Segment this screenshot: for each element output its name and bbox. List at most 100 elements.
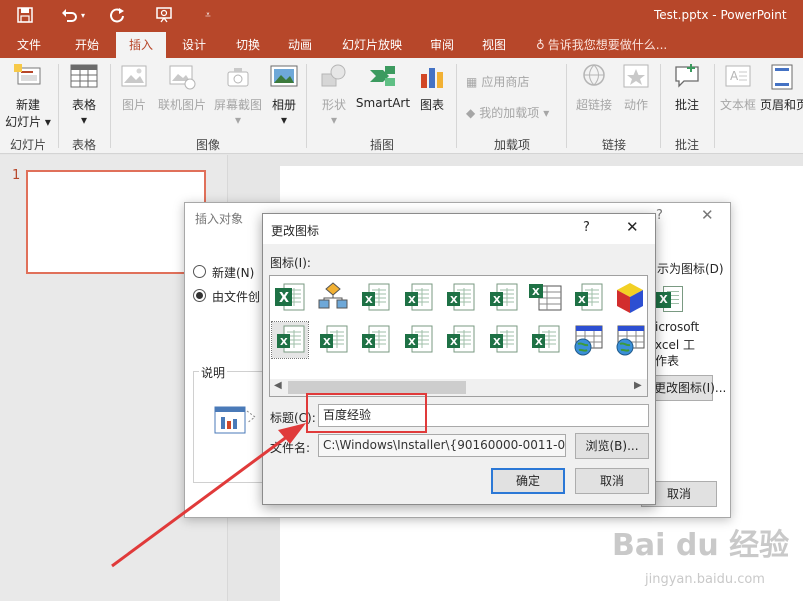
help-icon[interactable]: ? xyxy=(583,220,590,235)
scroll-left-icon[interactable]: ◀ xyxy=(274,380,282,391)
icon-caption-line-1: icrosoft xyxy=(655,320,700,334)
chart-button[interactable]: 图表 xyxy=(414,62,450,113)
svg-text:X: X xyxy=(532,287,540,298)
excel-icon: X xyxy=(655,283,685,315)
header-footer-icon xyxy=(766,62,798,92)
excel-sheet-icon[interactable]: X xyxy=(442,322,478,358)
slide-number: 1 xyxy=(12,168,21,183)
excel-sheet-icon[interactable]: X xyxy=(271,321,309,359)
tab-insert[interactable]: 插入 xyxy=(116,32,166,58)
icon-list[interactable]: ◀ ▶ X X X X X X X X X X X X X X xyxy=(269,275,648,397)
close-icon[interactable]: ✕ xyxy=(626,218,639,236)
picture-label: 图片 xyxy=(121,98,146,112)
tab-home[interactable]: 开始 xyxy=(64,32,110,58)
excel-sheet-icon[interactable]: X xyxy=(442,280,478,316)
flowchart-icon[interactable] xyxy=(315,280,351,316)
tab-animations[interactable]: 动画 xyxy=(278,32,322,58)
new-slide-button[interactable]: 新建 幻灯片 ▾ xyxy=(4,62,52,130)
group-label-links: 链接 xyxy=(601,138,626,152)
excel-web-query-icon[interactable] xyxy=(612,322,648,358)
tab-review[interactable]: 审阅 xyxy=(420,32,464,58)
action-star-icon xyxy=(620,62,652,92)
icon-caption-line-3: 作表 xyxy=(655,354,680,368)
tab-view[interactable]: 视图 xyxy=(472,32,516,58)
cancel-button[interactable]: 取消 xyxy=(575,468,649,494)
filename-field: C:\Windows\Installer\{90160000-0011-000 xyxy=(318,434,566,457)
screenshot-button[interactable]: 屏幕截图 ▾ xyxy=(210,62,266,127)
picture-button[interactable]: 图片 xyxy=(114,62,154,113)
hyperlink-label: 超链接 xyxy=(575,98,612,112)
slide-thumbnail[interactable] xyxy=(26,170,206,274)
help-icon[interactable]: ? xyxy=(656,208,663,223)
svg-text:X: X xyxy=(279,291,289,306)
comment-button[interactable]: 批注 xyxy=(666,62,708,113)
excel-database-icon[interactable]: X xyxy=(527,280,563,316)
tab-transitions[interactable]: 切换 xyxy=(226,32,270,58)
excel-sheet-icon[interactable]: X xyxy=(485,280,521,316)
group-label-images: 图像 xyxy=(195,138,220,152)
header-footer-label: 页眉和页 xyxy=(760,98,803,112)
header-footer-button[interactable]: 页眉和页 xyxy=(760,62,803,113)
save-icon[interactable] xyxy=(14,4,36,26)
store-icon: ▦ xyxy=(466,74,478,89)
svg-text:X: X xyxy=(450,337,458,348)
icon-caption-line-2: xcel 工 xyxy=(655,338,696,352)
from-file-radio[interactable] xyxy=(193,289,206,302)
excel-sheet-icon[interactable]: X xyxy=(527,322,563,358)
svg-text:X: X xyxy=(408,295,416,306)
addins-icon: ◆ xyxy=(466,105,476,120)
close-icon[interactable]: ✕ xyxy=(701,206,714,224)
shapes-button[interactable]: 形状 ▾ xyxy=(314,62,354,127)
tell-me-search[interactable]: ♁ 告诉我您想要做什么... xyxy=(536,32,667,58)
ribbon-separator xyxy=(566,64,567,148)
shapes-label: 形状 xyxy=(321,98,346,112)
action-label: 动作 xyxy=(623,98,648,112)
scroll-right-icon[interactable]: ▶ xyxy=(634,380,642,391)
group-label-illustrations: 插图 xyxy=(369,138,394,152)
action-button[interactable]: 动作 xyxy=(618,62,654,113)
album-button[interactable]: 相册 ▾ xyxy=(266,62,302,127)
smartart-button[interactable]: SmartArt xyxy=(354,62,412,110)
table-button[interactable]: 表格 ▾ xyxy=(62,62,106,127)
excel-web-query-icon[interactable] xyxy=(570,322,606,358)
my-addins-button[interactable]: ◆ 我的加载项 ▾ xyxy=(466,104,549,121)
svg-text:X: X xyxy=(535,337,543,348)
group-label-slides: 幻灯片 xyxy=(9,138,46,152)
excel-sheet-icon[interactable]: X xyxy=(570,280,606,316)
tab-design[interactable]: 设计 xyxy=(172,32,216,58)
excel-sheet-icon[interactable]: X xyxy=(315,322,351,358)
create-new-radio[interactable] xyxy=(193,265,206,278)
undo-icon[interactable]: ▾ xyxy=(58,4,88,26)
change-icon-button[interactable]: 更改图标(I)... xyxy=(649,375,726,401)
excel-workbook-icon[interactable]: X xyxy=(272,280,308,316)
comment-label: 批注 xyxy=(674,98,699,112)
tab-file[interactable]: 文件 xyxy=(8,32,50,58)
ribbon-separator xyxy=(456,64,457,148)
textbox-button[interactable]: A 文本框 xyxy=(718,62,758,113)
excel-sheet-icon[interactable]: X xyxy=(400,280,436,316)
description-object-icon xyxy=(213,403,259,439)
textbox-icon: A xyxy=(722,62,754,92)
svg-text:X: X xyxy=(365,295,373,306)
table-icon xyxy=(68,62,100,92)
excel-sheet-icon[interactable]: X xyxy=(357,322,393,358)
excel-sheet-icon[interactable]: X xyxy=(400,322,436,358)
excel-sheet-icon[interactable]: X xyxy=(485,322,521,358)
excel-sheet-icon[interactable]: X xyxy=(357,280,393,316)
customize-qat-icon[interactable]: ⩡ xyxy=(198,4,218,26)
redo-icon[interactable] xyxy=(106,4,128,26)
ribbon-separator xyxy=(110,64,111,148)
online-picture-icon xyxy=(166,62,198,92)
online-picture-button[interactable]: 联机图片 xyxy=(156,62,208,113)
group-label-comments: 批注 xyxy=(674,138,699,152)
presentation-start-icon[interactable] xyxy=(152,4,176,26)
browse-button[interactable]: 浏览(B)... xyxy=(575,433,649,459)
hyperlink-button[interactable]: 超链接 xyxy=(572,62,616,113)
display-as-icon-checkbox[interactable]: 示为图标(D) xyxy=(657,260,724,277)
store-button[interactable]: ▦ 应用商店 xyxy=(466,73,529,90)
color-cube-icon[interactable] xyxy=(612,280,648,316)
ok-button[interactable]: 确定 xyxy=(491,468,565,494)
lightbulb-icon: ♁ xyxy=(536,38,545,52)
tab-slideshow[interactable]: 幻灯片放映 xyxy=(334,32,410,58)
chart-icon xyxy=(416,62,448,92)
